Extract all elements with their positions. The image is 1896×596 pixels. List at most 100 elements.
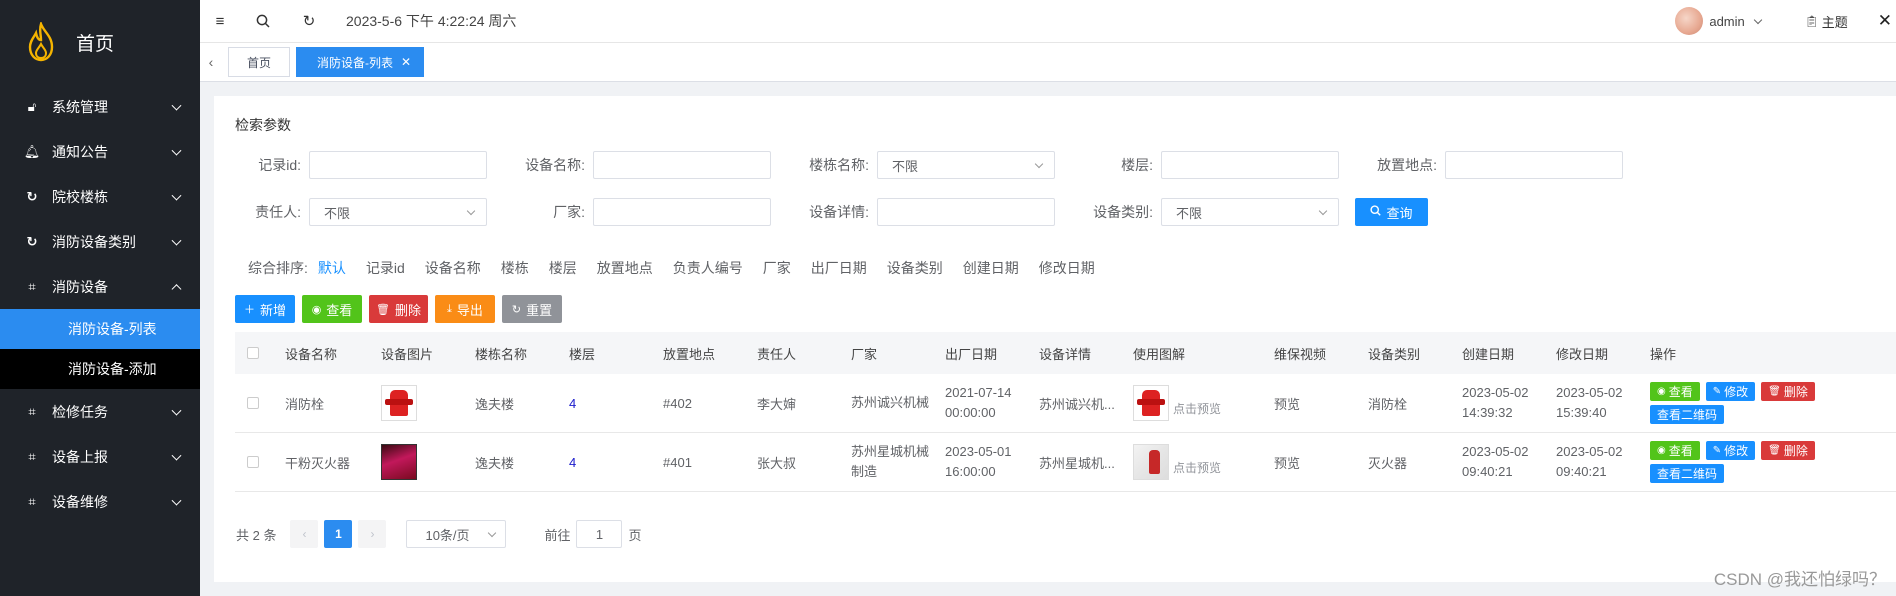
- crop-icon: ⌗: [28, 278, 36, 294]
- add-button[interactable]: ＋ 新增: [235, 295, 295, 323]
- cell-device-name: 干粉灭火器: [285, 455, 351, 471]
- sort-option-default[interactable]: 默认: [318, 258, 346, 278]
- click-preview-link[interactable]: 点击预览: [1173, 400, 1221, 417]
- tab-device-list[interactable]: 消防设备-列表 ✕: [296, 47, 425, 77]
- owner-select[interactable]: 不限: [309, 198, 487, 226]
- manufacturer-input[interactable]: [593, 198, 771, 226]
- tab-label: 首页: [247, 55, 272, 70]
- device-name-input[interactable]: [593, 151, 771, 179]
- row-view-button[interactable]: ◉ 查看: [1650, 382, 1700, 401]
- sort-option-floor[interactable]: 楼层: [549, 258, 577, 278]
- content-card: 检索参数 记录id: 设备名称: 楼栋名称: 不限 楼层: 放置地点: 责任人:…: [214, 96, 1896, 582]
- cell-details: 苏州星城机...: [1039, 455, 1115, 471]
- avatar[interactable]: [1675, 7, 1704, 35]
- sidebar-item-notice[interactable]: 🔔︎ 通知公告: [0, 129, 200, 174]
- select-all-checkbox[interactable]: [247, 347, 259, 359]
- row-view-label: 查看: [1668, 444, 1693, 458]
- search-icon[interactable]: [240, 14, 286, 28]
- building-select[interactable]: 不限: [877, 151, 1055, 179]
- next-page-button[interactable]: ›: [358, 520, 387, 548]
- cell-created: 2023-05-02 14:39:32: [1458, 383, 1552, 423]
- sort-option-created[interactable]: 创建日期: [963, 258, 1019, 278]
- sidebar-item-system[interactable]: 🔓︎ 系统管理: [0, 84, 200, 129]
- goto-page-input[interactable]: 1: [576, 520, 623, 548]
- row-qrcode-button[interactable]: 查看二维码: [1650, 405, 1725, 424]
- row-delete-button[interactable]: 🗑︎ 删除: [1761, 382, 1815, 401]
- created-time: 14:39:32: [1462, 405, 1513, 420]
- search-section-title: 检索参数: [235, 117, 291, 133]
- click-preview-link[interactable]: 点击预览: [1173, 459, 1221, 476]
- sidebar-item-building[interactable]: ↻ 院校楼栋: [0, 174, 200, 219]
- sort-option-factory-date[interactable]: 出厂日期: [811, 258, 867, 278]
- device-image-extinguisher[interactable]: [381, 444, 417, 480]
- device-image-hydrant[interactable]: [381, 385, 417, 421]
- query-label: 查询: [1386, 205, 1413, 221]
- details-input[interactable]: [877, 198, 1055, 226]
- location-input[interactable]: [1445, 151, 1623, 179]
- video-preview-link[interactable]: 预览: [1270, 453, 1364, 472]
- chevron-left-icon[interactable]: ‹: [200, 54, 222, 70]
- row-checkbox[interactable]: [247, 397, 259, 409]
- chevron-down-icon: [171, 450, 182, 461]
- tab-home[interactable]: 首页: [228, 47, 291, 77]
- action-bar: ＋ 新增 ◉ 查看 🗑︎ 删除 ⤓ 导出 ↻ 重置: [235, 295, 569, 323]
- menu-toggle-icon[interactable]: ≡: [200, 13, 240, 30]
- chevron-down-icon: [171, 405, 182, 416]
- page-button-current[interactable]: 1: [324, 520, 353, 548]
- cell-usage-diagram: 点击预览: [1129, 385, 1270, 421]
- close-icon[interactable]: ✕: [401, 55, 411, 69]
- username[interactable]: admin: [1709, 14, 1744, 29]
- factory-time: 16:00:00: [945, 464, 996, 479]
- sidebar-item-device-category[interactable]: ↻ 消防设备类别: [0, 219, 200, 264]
- row-delete-button[interactable]: 🗑︎ 删除: [1761, 441, 1815, 460]
- current-datetime: 2023-5-6 下午 4:22:24 周六: [346, 13, 517, 29]
- view-button[interactable]: ◉ 查看: [302, 295, 362, 323]
- chevron-down-icon[interactable]: [1753, 15, 1763, 24]
- sort-row: 综合排序: 默认 记录id 设备名称 楼栋 楼层 放置地点 负责人编号 厂家 出…: [248, 258, 1115, 278]
- row-edit-button[interactable]: ✎ 修改: [1705, 382, 1756, 401]
- refresh-icon: ↻: [26, 233, 38, 249]
- table-row: 干粉灭火器 逸夫楼 4 #401 张大叔 苏州星城机械 制造 2023-05-0…: [235, 433, 1896, 492]
- category-select[interactable]: 不限: [1161, 198, 1339, 226]
- cell-owner: 李大婶: [757, 396, 797, 412]
- sidebar-item-label: 消防设备: [52, 278, 108, 295]
- sidebar-item-inspection[interactable]: ⌗ 检修任务: [0, 389, 200, 434]
- usage-diagram-image[interactable]: [1133, 444, 1169, 480]
- sort-option-modified[interactable]: 修改日期: [1039, 258, 1095, 278]
- row-edit-button[interactable]: ✎ 修改: [1705, 441, 1756, 460]
- export-button[interactable]: ⤓ 导出: [435, 295, 495, 323]
- sidebar-subitem-device-add[interactable]: 消防设备-添加: [0, 349, 200, 389]
- record-id-input[interactable]: [309, 151, 487, 179]
- sidebar-item-device[interactable]: ⌗ 消防设备: [0, 264, 200, 309]
- row-view-button[interactable]: ◉ 查看: [1650, 441, 1700, 460]
- prev-page-button[interactable]: ‹: [290, 520, 319, 548]
- sort-option-location[interactable]: 放置地点: [597, 258, 653, 278]
- video-preview-link[interactable]: 预览: [1270, 394, 1364, 413]
- sidebar-item-repair[interactable]: ⌗ 设备维修: [0, 479, 200, 524]
- sort-option-building[interactable]: 楼栋: [501, 258, 529, 278]
- sort-option-manufacturer[interactable]: 厂家: [763, 258, 791, 278]
- reset-label: 重置: [526, 302, 553, 318]
- delete-button[interactable]: 🗑︎ 删除: [369, 295, 428, 323]
- delete-label: 删除: [394, 302, 421, 318]
- fullscreen-icon[interactable]: ✕: [1878, 11, 1892, 31]
- usage-diagram-image[interactable]: [1133, 385, 1169, 421]
- theme-button[interactable]: 📋︎ 主题: [1805, 12, 1848, 31]
- owner-select-value: 不限: [324, 205, 351, 221]
- sort-option-device-name[interactable]: 设备名称: [425, 258, 481, 278]
- sidebar-subitem-device-list[interactable]: 消防设备-列表: [0, 309, 200, 349]
- cell-modified: 2023-05-02 15:39:40: [1552, 383, 1646, 423]
- sort-option-category[interactable]: 设备类别: [887, 258, 943, 278]
- refresh-icon[interactable]: ↻: [286, 12, 332, 30]
- row-qrcode-button[interactable]: 查看二维码: [1650, 464, 1725, 483]
- query-button[interactable]: 查询: [1355, 198, 1428, 226]
- sidebar-item-report[interactable]: ⌗ 设备上报: [0, 434, 200, 479]
- floor-input[interactable]: [1161, 151, 1339, 179]
- page-size-select[interactable]: 10条/页: [406, 520, 507, 548]
- sort-option-owner-id[interactable]: 负责人编号: [673, 258, 743, 278]
- pagination: 共 2 条 ‹ 1 › 10条/页 前往 1 页: [236, 520, 642, 548]
- reset-button[interactable]: ↻ 重置: [502, 295, 562, 323]
- sidebar-subitem-label: 消防设备-添加: [68, 361, 157, 377]
- row-checkbox[interactable]: [247, 456, 259, 468]
- sort-option-record-id[interactable]: 记录id: [366, 258, 405, 278]
